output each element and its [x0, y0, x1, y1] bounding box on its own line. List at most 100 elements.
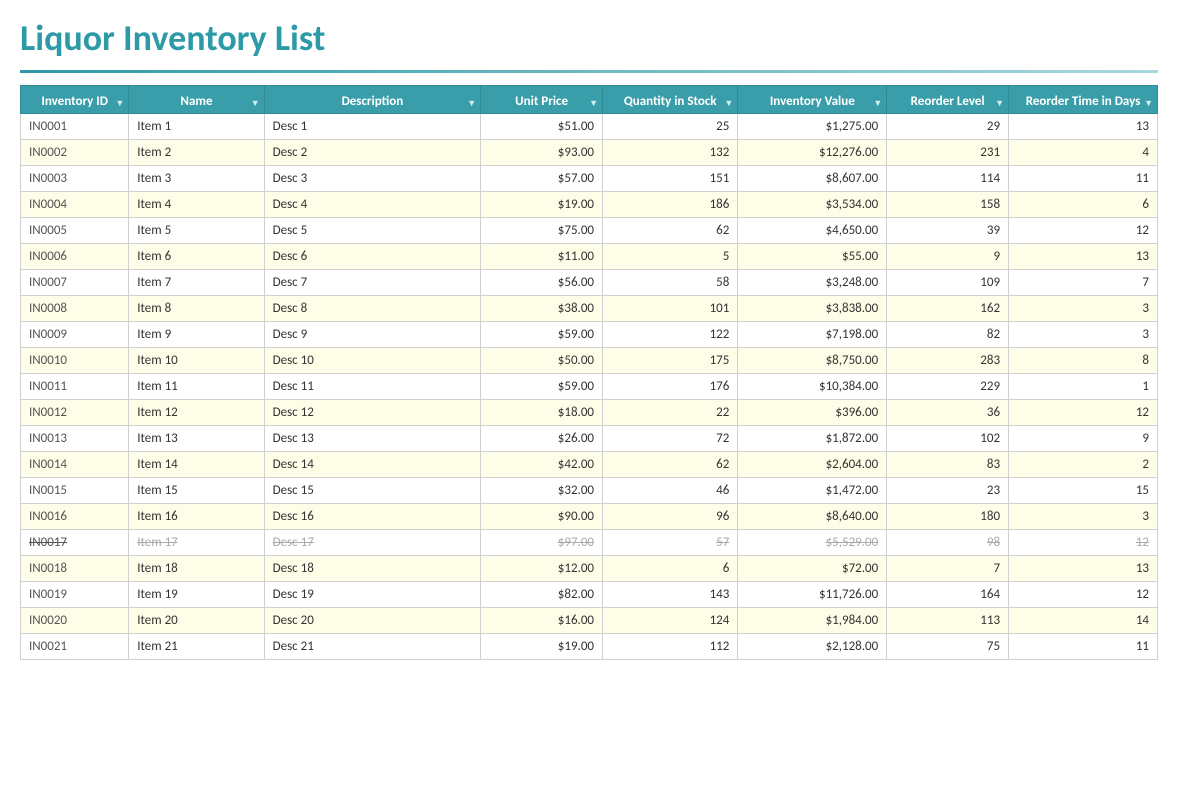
- cell-reorder_time: 11: [1009, 634, 1158, 660]
- cell-unit_price: $56.00: [481, 270, 603, 296]
- cell-description: Desc 20: [264, 608, 481, 634]
- cell-quantity: 124: [603, 608, 738, 634]
- dropdown-arrow-reorder-time[interactable]: ▼: [1144, 98, 1153, 109]
- dropdown-arrow-id[interactable]: ▼: [115, 98, 124, 109]
- cell-description: Desc 16: [264, 504, 481, 530]
- table-body: IN0001Item 1Desc 1$51.0025$1,275.002913I…: [21, 114, 1158, 660]
- cell-description: Desc 10: [264, 348, 481, 374]
- col-header-name[interactable]: Name ▼: [129, 86, 264, 114]
- cell-reorder_time: 3: [1009, 296, 1158, 322]
- cell-quantity: 112: [603, 634, 738, 660]
- cell-name: Item 18: [129, 556, 264, 582]
- dropdown-arrow-quantity[interactable]: ▼: [724, 98, 733, 109]
- cell-description: Desc 2: [264, 140, 481, 166]
- cell-reorder_time: 13: [1009, 114, 1158, 140]
- table-row: IN0016Item 16Desc 16$90.0096$8,640.00180…: [21, 504, 1158, 530]
- cell-reorder_level: 114: [887, 166, 1009, 192]
- cell-inv_value: $8,640.00: [738, 504, 887, 530]
- col-header-quantity[interactable]: Quantity in Stock ▼: [603, 86, 738, 114]
- table-row: IN0020Item 20Desc 20$16.00124$1,984.0011…: [21, 608, 1158, 634]
- page-container: Liquor Inventory List Inventory ID ▼ Nam…: [0, 0, 1178, 676]
- cell-unit_price: $59.00: [481, 322, 603, 348]
- cell-reorder_level: 180: [887, 504, 1009, 530]
- cell-id: IN0006: [21, 244, 129, 270]
- cell-name: Item 2: [129, 140, 264, 166]
- cell-description: Desc 5: [264, 218, 481, 244]
- cell-description: Desc 7: [264, 270, 481, 296]
- cell-name: Item 21: [129, 634, 264, 660]
- table-row: IN0008Item 8Desc 8$38.00101$3,838.001623: [21, 296, 1158, 322]
- cell-inv_value: $4,650.00: [738, 218, 887, 244]
- cell-inv_value: $11,726.00: [738, 582, 887, 608]
- dropdown-arrow-reorder-level[interactable]: ▼: [995, 98, 1004, 109]
- cell-inv_value: $1,984.00: [738, 608, 887, 634]
- cell-unit_price: $57.00: [481, 166, 603, 192]
- col-header-reorder-time[interactable]: Reorder Time in Days ▼: [1009, 86, 1158, 114]
- cell-reorder_time: 4: [1009, 140, 1158, 166]
- cell-reorder_level: 113: [887, 608, 1009, 634]
- cell-name: Item 5: [129, 218, 264, 244]
- cell-quantity: 151: [603, 166, 738, 192]
- cell-unit_price: $18.00: [481, 400, 603, 426]
- col-header-description[interactable]: Description ▼: [264, 86, 481, 114]
- cell-reorder_time: 12: [1009, 218, 1158, 244]
- col-header-inv-value[interactable]: Inventory Value ▼: [738, 86, 887, 114]
- table-row: IN0014Item 14Desc 14$42.0062$2,604.00832: [21, 452, 1158, 478]
- cell-inv_value: $8,750.00: [738, 348, 887, 374]
- table-row: IN0015Item 15Desc 15$32.0046$1,472.00231…: [21, 478, 1158, 504]
- cell-id: IN0010: [21, 348, 129, 374]
- table-row: IN0017Item 17Desc 17$97.0057$5,529.00981…: [21, 530, 1158, 556]
- cell-description: Desc 15: [264, 478, 481, 504]
- cell-unit_price: $59.00: [481, 374, 603, 400]
- dropdown-arrow-inv-value[interactable]: ▼: [873, 98, 882, 109]
- col-header-id[interactable]: Inventory ID ▼: [21, 86, 129, 114]
- cell-id: IN0016: [21, 504, 129, 530]
- col-label-description: Description: [273, 94, 473, 109]
- dropdown-arrow-name[interactable]: ▼: [251, 98, 260, 109]
- cell-description: Desc 13: [264, 426, 481, 452]
- cell-unit_price: $90.00: [481, 504, 603, 530]
- cell-reorder_time: 6: [1009, 192, 1158, 218]
- cell-id: IN0004: [21, 192, 129, 218]
- cell-reorder_time: 12: [1009, 530, 1158, 556]
- cell-id: IN0014: [21, 452, 129, 478]
- cell-inv_value: $3,838.00: [738, 296, 887, 322]
- cell-name: Item 17: [129, 530, 264, 556]
- cell-reorder_level: 75: [887, 634, 1009, 660]
- table-row: IN0018Item 18Desc 18$12.006$72.00713: [21, 556, 1158, 582]
- cell-name: Item 1: [129, 114, 264, 140]
- dropdown-arrow-description[interactable]: ▼: [467, 98, 476, 109]
- cell-reorder_level: 36: [887, 400, 1009, 426]
- cell-reorder_time: 3: [1009, 504, 1158, 530]
- cell-quantity: 186: [603, 192, 738, 218]
- cell-description: Desc 12: [264, 400, 481, 426]
- cell-quantity: 46: [603, 478, 738, 504]
- col-label-name: Name: [137, 94, 255, 109]
- cell-description: Desc 8: [264, 296, 481, 322]
- dropdown-arrow-unit-price[interactable]: ▼: [589, 98, 598, 109]
- col-header-unit-price[interactable]: Unit Price ▼: [481, 86, 603, 114]
- page-title: Liquor Inventory List: [20, 16, 1158, 60]
- cell-reorder_level: 39: [887, 218, 1009, 244]
- cell-reorder_level: 82: [887, 322, 1009, 348]
- cell-reorder_level: 102: [887, 426, 1009, 452]
- cell-name: Item 16: [129, 504, 264, 530]
- cell-id: IN0002: [21, 140, 129, 166]
- table-row: IN0009Item 9Desc 9$59.00122$7,198.00823: [21, 322, 1158, 348]
- col-header-reorder-level[interactable]: Reorder Level ▼: [887, 86, 1009, 114]
- cell-id: IN0012: [21, 400, 129, 426]
- cell-unit_price: $42.00: [481, 452, 603, 478]
- cell-inv_value: $3,248.00: [738, 270, 887, 296]
- table-row: IN0005Item 5Desc 5$75.0062$4,650.003912: [21, 218, 1158, 244]
- cell-inv_value: $55.00: [738, 244, 887, 270]
- cell-unit_price: $93.00: [481, 140, 603, 166]
- cell-reorder_level: 29: [887, 114, 1009, 140]
- cell-reorder_level: 109: [887, 270, 1009, 296]
- table-row: IN0006Item 6Desc 6$11.005$55.00913: [21, 244, 1158, 270]
- cell-name: Item 19: [129, 582, 264, 608]
- cell-inv_value: $2,128.00: [738, 634, 887, 660]
- cell-unit_price: $19.00: [481, 634, 603, 660]
- cell-unit_price: $32.00: [481, 478, 603, 504]
- table-row: IN0002Item 2Desc 2$93.00132$12,276.00231…: [21, 140, 1158, 166]
- cell-name: Item 20: [129, 608, 264, 634]
